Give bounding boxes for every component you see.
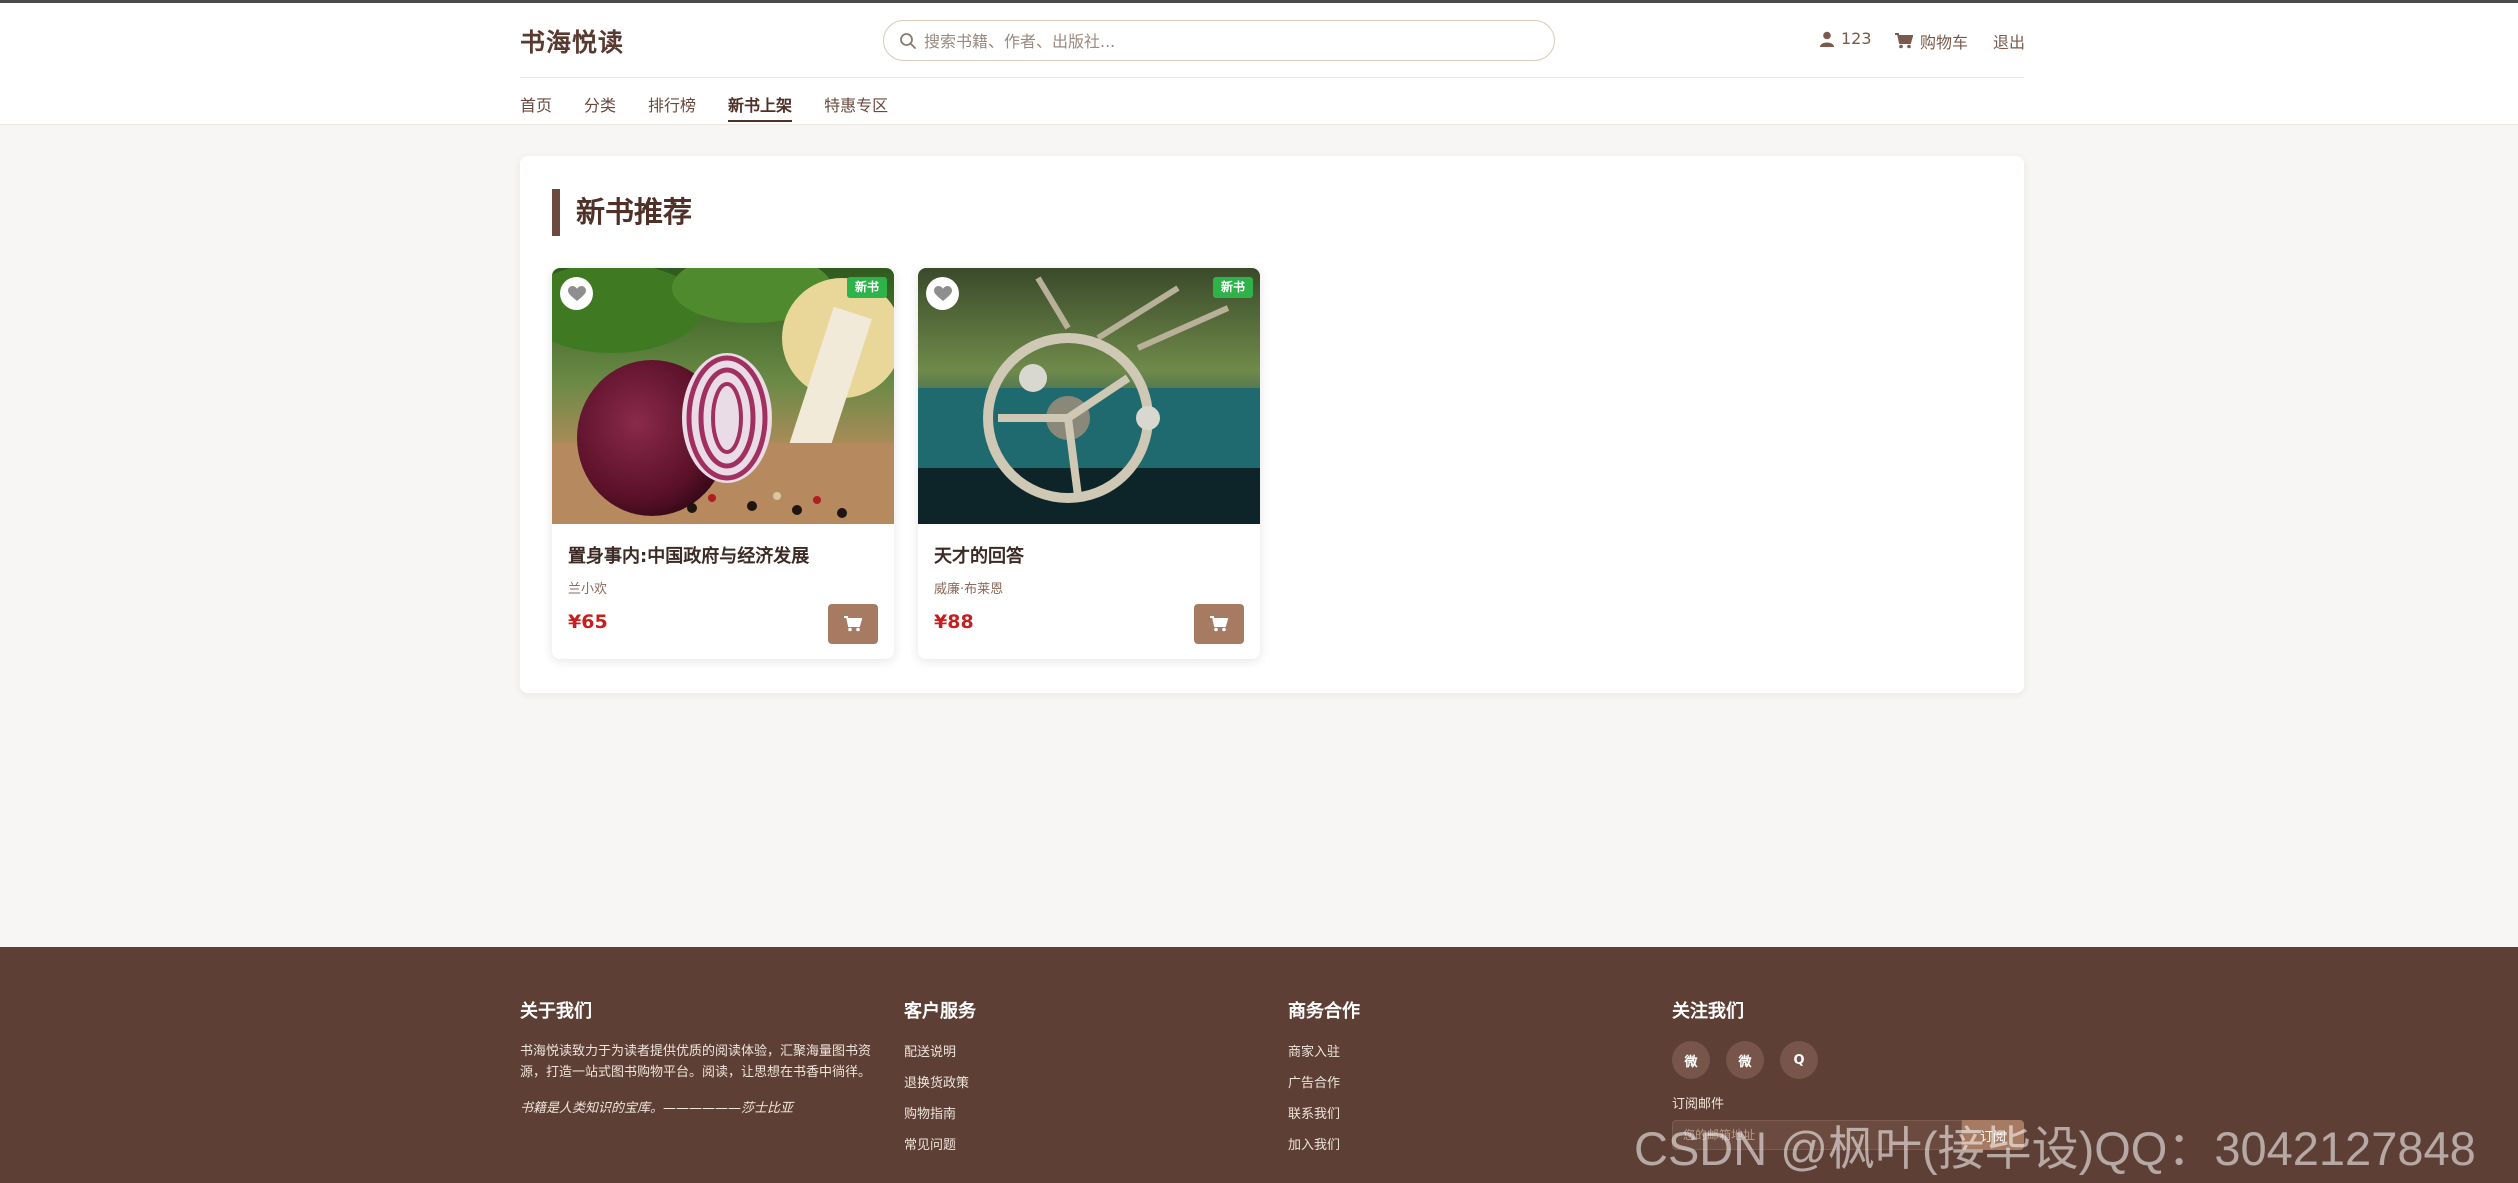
header-divider: [520, 77, 2024, 78]
heart-icon: [933, 285, 952, 301]
cart-icon: [844, 616, 862, 632]
weibo-icon[interactable]: 微: [1726, 1041, 1764, 1079]
search-input[interactable]: [924, 27, 1534, 55]
qq-icon[interactable]: Q: [1780, 1041, 1818, 1079]
footer-about: 关于我们 书海悦读致力于为读者提供优质的阅读体验，汇聚海量图书资源，打造一站式图…: [520, 997, 880, 1116]
nav-item-ranking[interactable]: 排行榜: [648, 92, 696, 122]
watermark: CSDN @枫叶(接毕设)QQ：3042127848: [1634, 1122, 2476, 1175]
book-price: ¥88: [934, 611, 974, 633]
nav-item-home[interactable]: 首页: [520, 92, 552, 122]
main-nav: 首页 分类 排行榜 新书上架 特惠专区: [520, 92, 920, 122]
footer-heading: 关注我们: [1672, 1001, 1744, 1022]
heart-icon: [567, 285, 586, 301]
new-badge: 新书: [846, 277, 887, 298]
footer-link-contact[interactable]: 联系我们: [1288, 1103, 1360, 1122]
add-to-cart-button[interactable]: [1194, 604, 1244, 644]
footer-quote: 书籍是人类知识的宝库。——————莎士比亚: [520, 1101, 794, 1116]
search-icon: [900, 33, 916, 49]
nav-item-deals[interactable]: 特惠专区: [824, 92, 888, 122]
book-card[interactable]: 新书 置身事内:中国政府与经济发展 兰小欢 ¥65: [552, 268, 894, 659]
user-icon: [1820, 31, 1834, 47]
footer-link-faq[interactable]: 常见问题: [904, 1134, 976, 1153]
footer-link-returns[interactable]: 退换货政策: [904, 1072, 976, 1091]
book-cover-image[interactable]: [918, 268, 1260, 524]
wechat-icon[interactable]: 微: [1672, 1041, 1710, 1079]
footer-service: 客户服务 配送说明 退换货政策 购物指南 常见问题: [904, 997, 976, 1165]
cart-label: 购物车: [1920, 33, 1969, 52]
footer-about-text: 书海悦读致力于为读者提供优质的阅读体验，汇聚海量图书资源，打造一站式图书购物平台…: [520, 1044, 872, 1080]
favorite-button[interactable]: [926, 277, 959, 310]
book-title[interactable]: 置身事内:中国政府与经济发展: [568, 542, 809, 568]
logout-link[interactable]: 退出: [1993, 29, 2025, 53]
section-title: 新书推荐: [552, 189, 692, 236]
add-to-cart-button[interactable]: [828, 604, 878, 644]
site-logo[interactable]: 书海悦读: [520, 23, 624, 59]
footer-link-delivery[interactable]: 配送说明: [904, 1041, 976, 1060]
footer-heading: 客户服务: [904, 1001, 976, 1022]
header: 书海悦读 123 购物车 退出 首页 分类 排行榜 新书上架 特惠专区: [0, 0, 2518, 125]
book-price: ¥65: [568, 611, 608, 633]
book-author: 兰小欢: [568, 582, 608, 597]
book-card[interactable]: 新书 天才的回答 威廉·布莱恩 ¥88: [918, 268, 1260, 659]
favorite-button[interactable]: [560, 277, 593, 310]
book-author: 威廉·布莱恩: [934, 582, 1004, 597]
footer-link-ads[interactable]: 广告合作: [1288, 1072, 1360, 1091]
username-label: 123: [1841, 29, 1872, 48]
book-title[interactable]: 天才的回答: [934, 542, 1024, 568]
footer-link-merchant[interactable]: 商家入驻: [1288, 1041, 1360, 1060]
cart-link[interactable]: 购物车: [1895, 29, 1968, 53]
new-books-panel: 新书推荐 新书 置身事内:中国政府与经济发展 兰小欢 ¥65 新书 天才的回答 …: [520, 156, 2024, 693]
footer-link-join[interactable]: 加入我们: [1288, 1134, 1360, 1153]
book-cover-image[interactable]: [552, 268, 894, 524]
nav-item-new-arrivals[interactable]: 新书上架: [728, 92, 793, 122]
cart-icon: [1210, 616, 1228, 632]
nav-item-category[interactable]: 分类: [584, 92, 616, 122]
new-badge: 新书: [1212, 277, 1253, 298]
search-bar[interactable]: [883, 20, 1555, 61]
footer-heading: 关于我们: [520, 1001, 592, 1022]
social-links: 微 微 Q: [1672, 1041, 2024, 1079]
footer-link-guide[interactable]: 购物指南: [904, 1103, 976, 1122]
footer-heading: 商务合作: [1288, 1001, 1360, 1022]
cart-icon: [1895, 33, 1913, 49]
footer-business: 商务合作 商家入驻 广告合作 联系我们 加入我们: [1288, 997, 1360, 1165]
user-account-link[interactable]: 123: [1820, 29, 1872, 48]
